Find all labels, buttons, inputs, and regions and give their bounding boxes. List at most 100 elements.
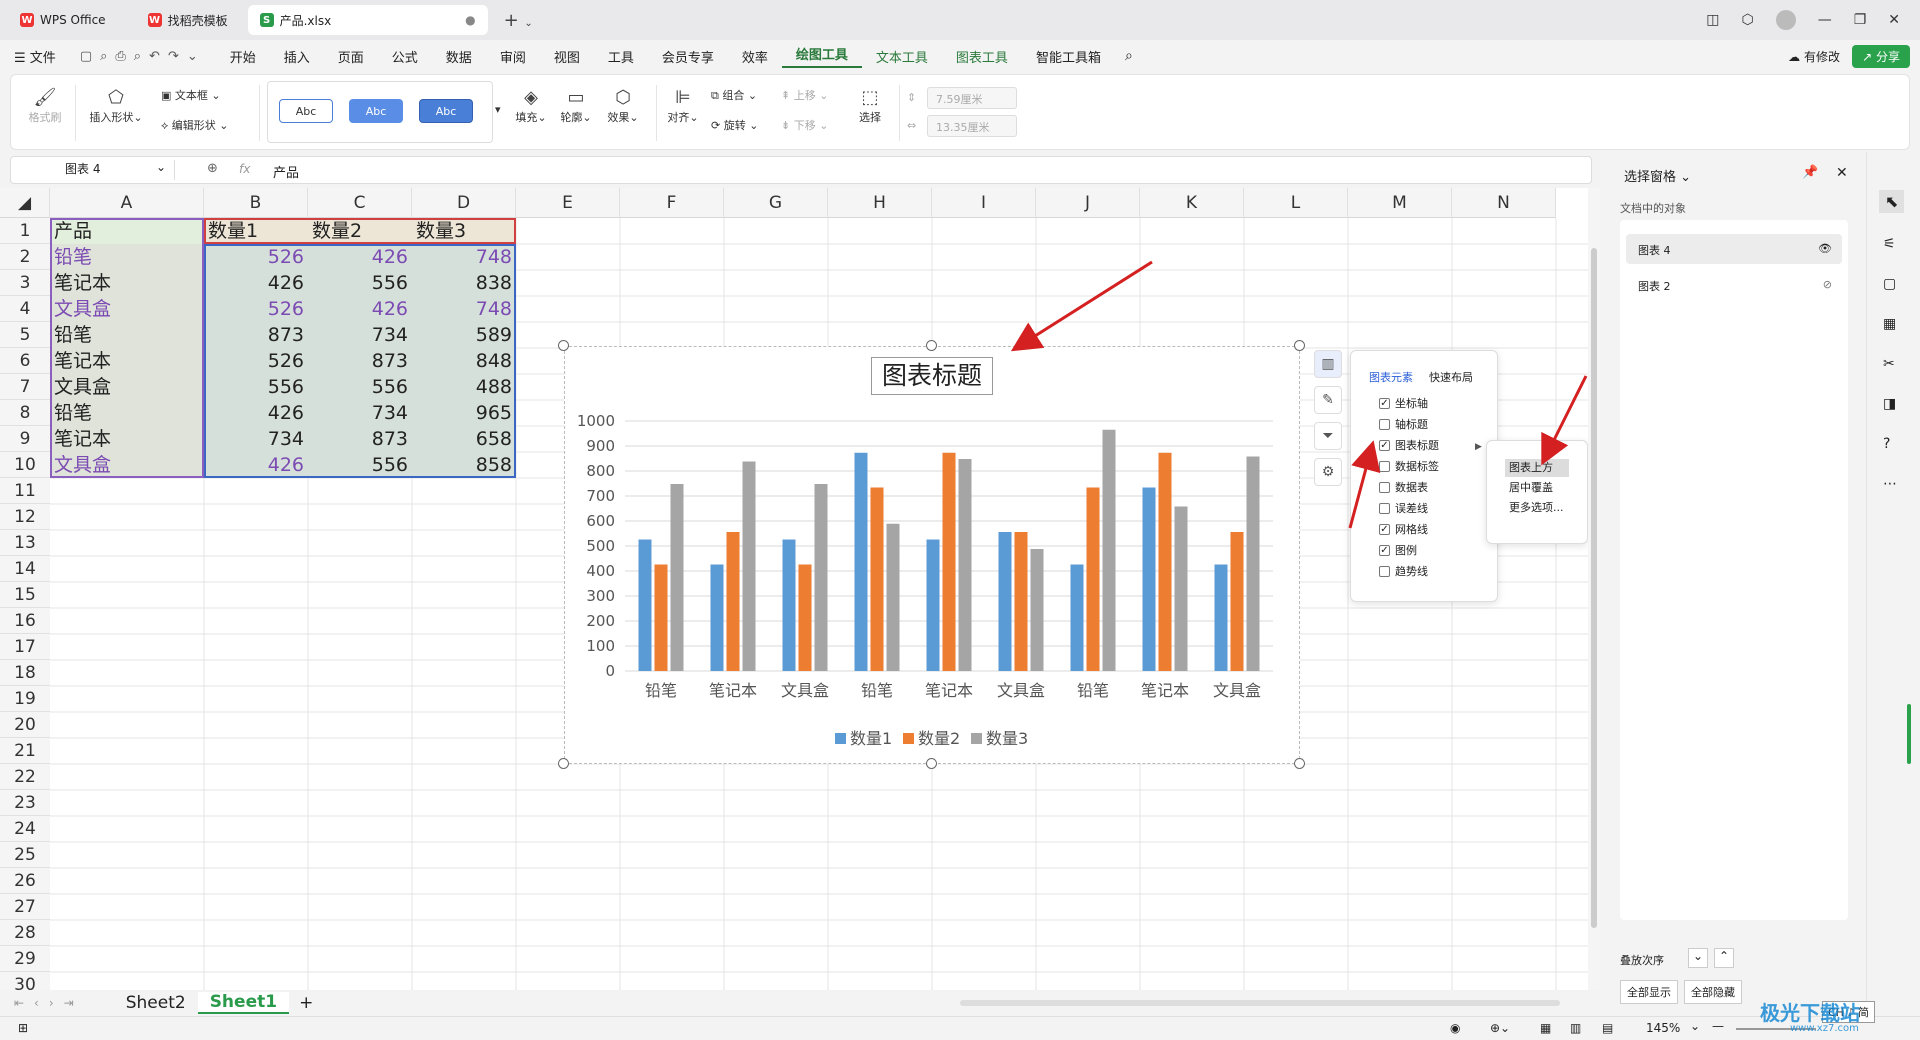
table-cell[interactable]: 526 [204,244,308,270]
table-cell[interactable]: 873 [204,322,308,348]
row-header[interactable]: 27 [0,894,50,920]
checkbox-8[interactable]: 趋势线 [1379,563,1428,579]
row-header[interactable]: 2 [0,244,50,270]
row-header[interactable]: 1 [0,218,50,244]
row-header[interactable]: 16 [0,608,50,634]
row-header[interactable]: 14 [0,556,50,582]
table-cell[interactable]: 数量3 [412,218,516,244]
row-header[interactable]: 28 [0,920,50,946]
align-button[interactable]: ⊫ 对齐⌄ [663,87,703,125]
column-header[interactable]: F [620,188,724,218]
column-header[interactable]: A [50,188,204,218]
column-header[interactable]: I [932,188,1036,218]
table-cell[interactable]: 铅笔 [50,322,204,348]
row-header[interactable]: 3 [0,270,50,296]
select-all-corner[interactable]: ◢ [0,188,50,218]
row-header[interactable]: 29 [0,946,50,972]
vertical-scrollbar[interactable] [1588,188,1600,990]
row-header[interactable]: 10 [0,452,50,478]
column-header[interactable]: H [828,188,932,218]
chart-title[interactable]: 图表标题 [871,357,993,395]
row-header[interactable]: 5 [0,322,50,348]
outline-button[interactable]: ▭ 轮廓⌄ [556,87,596,125]
table-cell[interactable]: 965 [412,400,516,426]
table-cell[interactable]: 笔记本 [50,348,204,374]
tab-chart-elements[interactable]: 图表元素 [1369,369,1413,385]
table-cell[interactable]: 数量1 [204,218,308,244]
chart-settings-icon[interactable]: ⚙ [1314,458,1342,486]
resize-handle[interactable] [558,340,569,351]
chart-filter-icon[interactable]: ⏷ [1314,422,1342,450]
table-cell[interactable]: 873 [308,426,412,452]
zoom-level[interactable]: 145% [1646,1021,1680,1035]
menu-drawing-tools[interactable]: 绘图工具 [781,44,862,68]
layout-icon[interactable]: ◫ [1706,12,1719,28]
order-up-button[interactable]: ⌃ [1714,948,1734,968]
table-cell[interactable]: 笔记本 [50,270,204,296]
avatar[interactable] [1775,10,1796,30]
resize-handle[interactable] [1294,758,1305,769]
table-cell[interactable]: 556 [308,270,412,296]
row-header[interactable]: 19 [0,686,50,712]
checkbox-6[interactable]: ✓ 网格线 [1379,521,1428,537]
tab-wps-office[interactable]: W WPS Office [8,5,118,35]
menu-formula[interactable]: 公式 [378,47,432,66]
table-cell[interactable]: 873 [308,348,412,374]
menu-data[interactable]: 数据 [432,47,486,66]
chart-elements-icon[interactable]: ▥ [1314,350,1342,378]
table-cell[interactable]: 文具盒 [50,374,204,400]
eye-protect-icon[interactable]: ◉ [1450,1021,1460,1035]
normal-view-icon[interactable]: ▦ [1540,1021,1551,1035]
macro-icon[interactable]: ⊞ [18,1021,28,1035]
column-header[interactable]: C [308,188,412,218]
table-cell[interactable]: 748 [412,296,516,322]
menu-text-tools[interactable]: 文本工具 [862,47,942,66]
menu-start[interactable]: 开始 [216,47,270,66]
checkbox-0[interactable]: ✓ 坐标轴 [1379,395,1428,411]
name-box[interactable]: 图表 4 ⌄ [15,160,175,180]
table-cell[interactable]: 526 [204,296,308,322]
zoom-out-icon[interactable]: — [1712,1019,1724,1033]
table-cell[interactable]: 文具盒 [50,452,204,478]
row-header[interactable]: 13 [0,530,50,556]
break-view-icon[interactable]: ▤ [1602,1021,1613,1035]
move-up-button[interactable]: ⇞ 上移 ⌄ [781,87,841,103]
checkbox-box[interactable] [1379,502,1390,514]
table-cell[interactable]: 426 [204,270,308,296]
table-cell[interactable]: 426 [204,452,308,478]
shape-height-input[interactable]: 7.59厘米 [927,87,1017,109]
table-cell[interactable]: 589 [412,322,516,348]
table-cell[interactable]: 858 [412,452,516,478]
tab-template[interactable]: W 找稻壳模板 [136,5,240,35]
search-icon[interactable]: ⌕ [1115,48,1143,64]
checkbox-box[interactable]: ✓ [1379,397,1390,409]
table-cell[interactable]: 658 [412,426,516,452]
add-sheet-icon[interactable]: + [299,993,313,1013]
checkbox-1[interactable]: 轴标题 [1379,416,1428,432]
menu-review[interactable]: 审阅 [486,47,540,66]
checkbox-box[interactable] [1379,418,1390,430]
column-header[interactable]: G [724,188,828,218]
column-header[interactable]: D [412,188,516,218]
row-header[interactable]: 4 [0,296,50,322]
shape-width-input[interactable]: 13.35厘米 [927,115,1017,137]
table-cell[interactable]: 734 [204,426,308,452]
bar-chart[interactable]: 图表标题 0 100 200 300 400 500 600 700 800 900 1000 铅笔 笔… [564,346,1300,764]
new-tab-plus-icon[interactable]: + ⌄ [504,10,533,31]
menu-item-above-chart[interactable]: 图表上方 [1505,459,1569,477]
menu-item-centered-overlay[interactable]: 居中覆盖 [1505,479,1569,497]
sheet-nav-icons[interactable]: ⇤‹›⇥ [14,996,84,1010]
table-cell[interactable]: 铅笔 [50,400,204,426]
row-header[interactable]: 12 [0,504,50,530]
effect-button[interactable]: ⬡ 效果⌄ [603,87,643,125]
column-header[interactable]: E [516,188,620,218]
style-abc-outline[interactable]: Abc [279,99,333,123]
table-cell[interactable]: 838 [412,270,516,296]
book-icon[interactable]: ◨ [1883,396,1896,412]
row-header[interactable]: 21 [0,738,50,764]
properties-icon[interactable]: ⚟ [1883,236,1896,252]
checkbox-box[interactable]: ✓ [1379,439,1390,451]
table-cell[interactable]: 426 [308,244,412,270]
checkbox-5[interactable]: 误差线 [1379,500,1428,516]
select-button[interactable]: ⬚ 选择 [853,87,887,125]
